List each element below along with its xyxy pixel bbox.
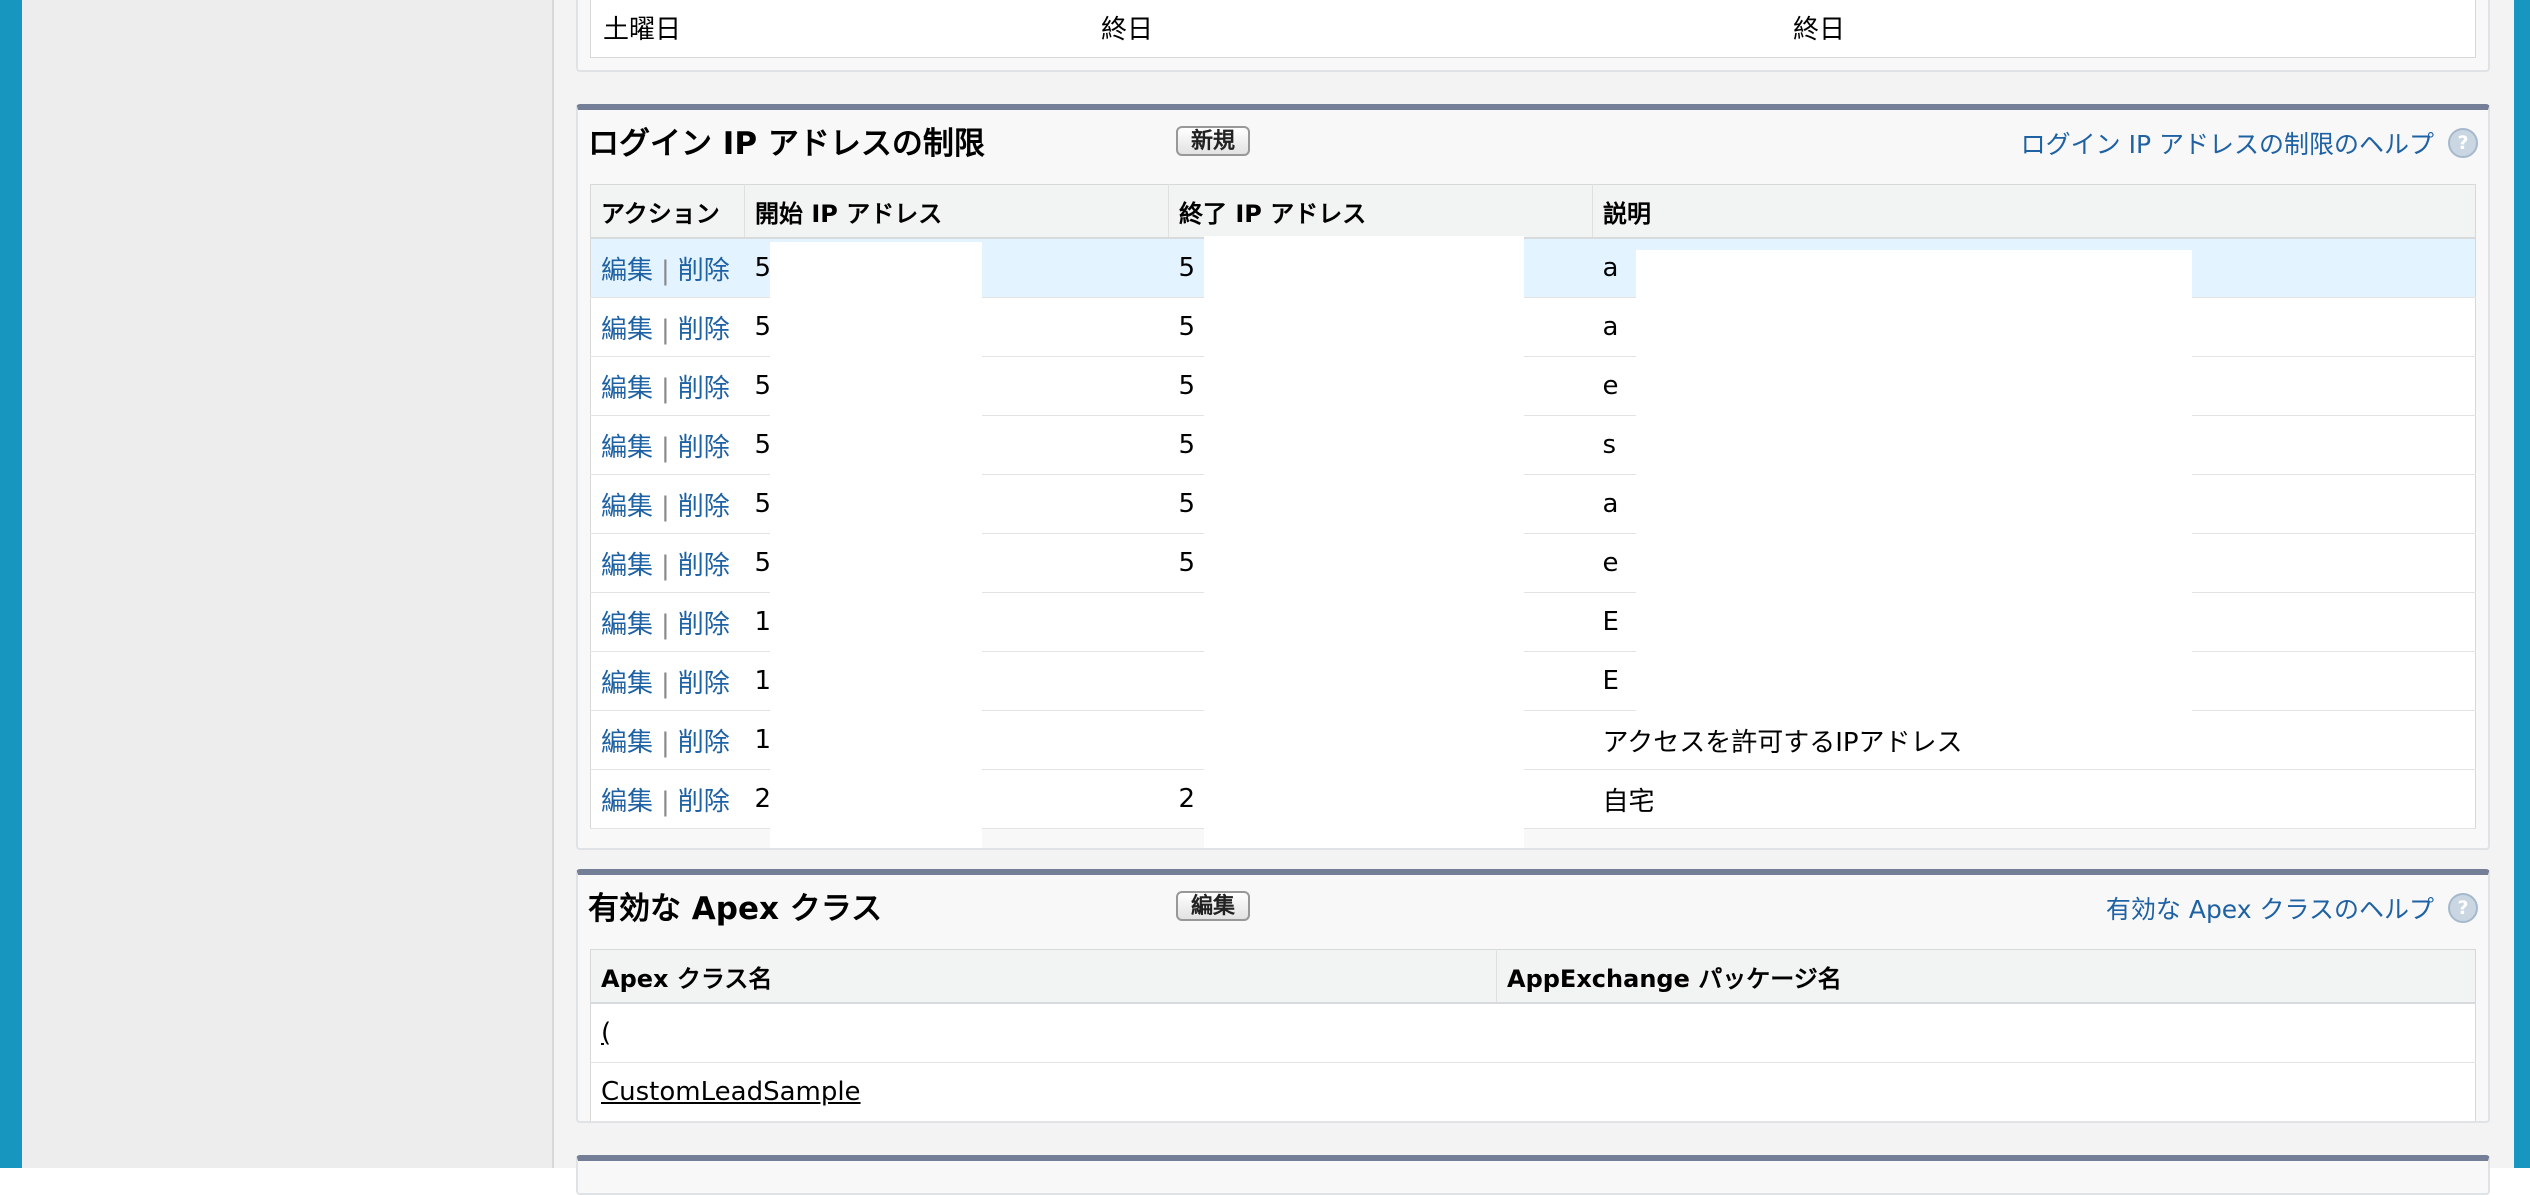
- delete-link[interactable]: 削除: [678, 256, 730, 286]
- edit-link[interactable]: 編集: [601, 610, 653, 640]
- action-cell: 編集 | 削除: [590, 769, 745, 829]
- login-ip-ranges-section: ログイン IP アドレスの制限 新規 ログイン IP アドレスの制限のヘルプ ?…: [576, 104, 2490, 850]
- package-cell: [1496, 1062, 2476, 1122]
- class-link[interactable]: (: [601, 1018, 611, 1048]
- column-header-package-name: AppExchange パッケージ名: [1496, 949, 2476, 1004]
- edit-link[interactable]: 編集: [601, 492, 653, 522]
- help-icon[interactable]: ?: [2448, 893, 2478, 923]
- separator: |: [661, 786, 670, 817]
- end-time-cell: 終日: [1793, 15, 1846, 45]
- redaction-box: [1636, 250, 2192, 720]
- start-time-cell: 終日: [1101, 15, 1154, 45]
- login-hours-table: 土曜日 終日 終日: [590, 0, 2476, 58]
- action-cell: 編集 | 削除: [590, 415, 745, 475]
- separator: |: [661, 255, 670, 286]
- edit-link[interactable]: 編集: [601, 669, 653, 699]
- separator: |: [661, 314, 670, 345]
- edit-link[interactable]: 編集: [601, 374, 653, 404]
- right-edge-strip: [2514, 0, 2530, 1168]
- column-header-class-name: Apex クラス名: [590, 949, 1497, 1004]
- action-cell: 編集 | 削除: [590, 474, 745, 534]
- class-name-cell: (: [590, 1003, 1497, 1063]
- help-group: ログイン IP アドレスの制限のヘルプ ?: [2021, 126, 2478, 160]
- separator: |: [661, 668, 670, 699]
- delete-link[interactable]: 削除: [678, 728, 730, 758]
- action-cell: 編集 | 削除: [590, 297, 745, 357]
- section-title: 有効な Apex クラス: [588, 891, 883, 927]
- table-row: (: [590, 1003, 2476, 1063]
- help-group: 有効な Apex クラスのヘルプ ?: [2106, 891, 2478, 925]
- action-cell: 編集 | 削除: [590, 651, 745, 711]
- delete-link[interactable]: 削除: [678, 610, 730, 640]
- edit-link[interactable]: 編集: [601, 787, 653, 817]
- table-row: CustomLeadSample: [590, 1062, 2476, 1122]
- column-header-end-ip: 終了 IP アドレス: [1168, 184, 1593, 239]
- action-cell: 編集 | 削除: [590, 238, 745, 298]
- separator: |: [661, 491, 670, 522]
- separator: |: [661, 432, 670, 463]
- redaction-box: [770, 242, 982, 848]
- action-cell: 編集 | 削除: [590, 356, 745, 416]
- main-content: 土曜日 終日 終日 ログイン IP アドレスの制限 新規 ログイン IP アドレ…: [554, 0, 2514, 1195]
- action-cell: 編集 | 削除: [590, 710, 745, 770]
- edit-link[interactable]: 編集: [601, 315, 653, 345]
- help-link[interactable]: ログイン IP アドレスの制限のヘルプ: [2021, 125, 2434, 161]
- table-header-row: Apex クラス名 AppExchange パッケージ名: [590, 949, 2476, 1004]
- left-edge-strip: [0, 0, 22, 1168]
- column-header-start-ip: 開始 IP アドレス: [744, 184, 1169, 239]
- help-link[interactable]: 有効な Apex クラスのヘルプ: [2106, 890, 2434, 926]
- separator: |: [661, 550, 670, 581]
- delete-link[interactable]: 削除: [678, 433, 730, 463]
- apex-classes-table: Apex クラス名 AppExchange パッケージ名 ( CustomLea…: [590, 949, 2476, 1122]
- class-name-cell: CustomLeadSample: [590, 1062, 1497, 1122]
- delete-link[interactable]: 削除: [678, 551, 730, 581]
- apex-classes-section: 有効な Apex クラス 編集 有効な Apex クラスのヘルプ ? Apex …: [576, 869, 2490, 1123]
- help-icon[interactable]: ?: [2448, 128, 2478, 158]
- separator: |: [661, 609, 670, 640]
- separator: |: [661, 727, 670, 758]
- delete-link[interactable]: 削除: [678, 787, 730, 817]
- login-hours-section: 土曜日 終日 終日: [576, 0, 2490, 72]
- edit-link[interactable]: 編集: [601, 256, 653, 286]
- section-title: ログイン IP アドレスの制限: [588, 126, 985, 162]
- delete-link[interactable]: 削除: [678, 492, 730, 522]
- delete-link[interactable]: 削除: [678, 374, 730, 404]
- class-link[interactable]: CustomLeadSample: [601, 1077, 861, 1107]
- edit-link[interactable]: 編集: [601, 728, 653, 758]
- new-button[interactable]: 新規: [1176, 126, 1250, 156]
- table-header-row: アクション 開始 IP アドレス 終了 IP アドレス 説明: [590, 184, 2476, 239]
- redaction-box: [1204, 236, 1524, 848]
- action-cell: 編集 | 削除: [590, 533, 745, 593]
- separator: |: [661, 373, 670, 404]
- delete-link[interactable]: 削除: [678, 669, 730, 699]
- column-header-action: アクション: [590, 184, 745, 239]
- edit-link[interactable]: 編集: [601, 433, 653, 463]
- delete-link[interactable]: 削除: [678, 315, 730, 345]
- description-cell: 自宅: [1592, 769, 2476, 829]
- column-header-description: 説明: [1592, 184, 2476, 239]
- action-cell: 編集 | 削除: [590, 592, 745, 652]
- sidebar: [22, 0, 552, 1168]
- edit-button[interactable]: 編集: [1176, 891, 1250, 921]
- day-cell: 土曜日: [603, 15, 682, 45]
- package-cell: [1496, 1003, 2476, 1063]
- next-section: [576, 1155, 2490, 1195]
- edit-link[interactable]: 編集: [601, 551, 653, 581]
